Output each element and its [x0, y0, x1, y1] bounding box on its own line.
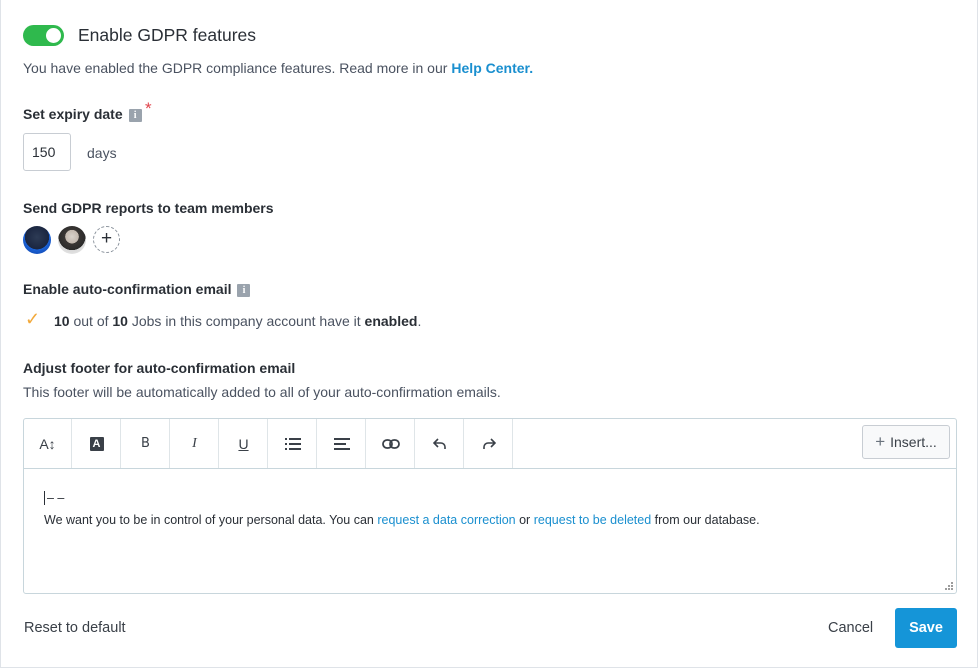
checkmark-icon: ✓ [25, 309, 41, 329]
font-size-icon: A↕ [39, 435, 56, 452]
redo-button[interactable] [465, 419, 513, 468]
out-of-text: out of [73, 313, 109, 329]
expiry-label-text: Set expiry date [23, 106, 123, 122]
link-button[interactable] [367, 419, 415, 468]
gdpr-settings-panel: Enable GDPR features You have enabled th… [0, 0, 978, 668]
signature-dash: – – [47, 491, 65, 505]
text-cursor [44, 491, 45, 505]
footer-label: Adjust footer for auto-confirmation emai… [23, 360, 296, 376]
editor-toolbar: A↕ A B I U + Insert... [24, 419, 956, 469]
gdpr-toggle[interactable] [23, 25, 64, 46]
bulleted-list-icon [284, 437, 301, 450]
data-correction-link[interactable]: request a data correction [377, 513, 515, 527]
status-middle-text: Jobs in this company account have it [131, 313, 361, 329]
reports-label: Send GDPR reports to team members [23, 200, 274, 216]
info-icon[interactable]: i [237, 284, 251, 297]
intro-text: You have enabled the GDPR compliance fea… [23, 60, 533, 76]
undo-icon [432, 437, 446, 449]
underline-icon: U [238, 435, 249, 452]
add-member-button[interactable]: + [93, 226, 120, 253]
footer-description: This footer will be automatically added … [23, 384, 501, 400]
deletion-link[interactable]: request to be deleted [534, 513, 651, 527]
expiry-days-input[interactable] [23, 133, 71, 171]
reset-default-button[interactable]: Reset to default [24, 620, 126, 636]
align-button[interactable] [318, 419, 366, 468]
auto-confirm-label-text: Enable auto-confirmation email [23, 281, 232, 297]
save-button[interactable]: Save [895, 608, 957, 648]
font-size-button[interactable]: A↕ [24, 419, 72, 468]
auto-confirm-status: 10 out of 10 Jobs in this company accoun… [54, 313, 421, 329]
underline-button[interactable]: U [220, 419, 268, 468]
body-or: or [519, 513, 531, 527]
plus-icon: + [875, 432, 886, 451]
text-color-button[interactable]: A [73, 419, 121, 468]
status-end: . [417, 313, 422, 329]
auto-confirm-label: Enable auto-confirmation email i [23, 281, 251, 297]
undo-button[interactable] [416, 419, 464, 468]
avatar[interactable] [58, 226, 86, 254]
bold-button[interactable]: B [122, 419, 170, 468]
status-state: enabled [364, 313, 418, 329]
resize-handle-icon[interactable] [945, 582, 953, 590]
body-start: We want you to be in control of your per… [44, 513, 374, 527]
signature-separator[interactable]: – – [44, 491, 64, 505]
bulleted-list-button[interactable] [269, 419, 317, 468]
insert-button[interactable]: + Insert... [862, 425, 950, 459]
intro-message: You have enabled the GDPR compliance fea… [23, 60, 448, 76]
required-asterisk: * [145, 99, 152, 118]
expiry-unit: days [87, 145, 117, 161]
link-icon [381, 438, 400, 449]
avatar[interactable] [23, 226, 51, 254]
enabled-count: 10 [54, 313, 70, 329]
toggle-knob [46, 28, 61, 43]
gdpr-toggle-label: Enable GDPR features [78, 25, 257, 45]
cancel-button[interactable]: Cancel [828, 620, 873, 636]
info-icon[interactable]: i [128, 109, 142, 122]
body-end: from our database. [654, 513, 760, 527]
italic-icon: I [192, 435, 197, 451]
total-count: 10 [112, 313, 128, 329]
italic-button[interactable]: I [171, 419, 219, 468]
redo-icon [482, 437, 496, 449]
insert-label: Insert... [890, 434, 937, 450]
footer-editor: A↕ A B I U + Insert... – – We want you t… [23, 418, 957, 594]
help-center-link[interactable]: Help Center. [451, 60, 533, 76]
footer-body-text[interactable]: We want you to be in control of your per… [44, 513, 760, 527]
expiry-label: Set expiry date i [23, 106, 142, 122]
text-color-icon: A [89, 436, 104, 451]
align-left-icon [333, 437, 350, 450]
bold-icon: B [141, 436, 150, 451]
